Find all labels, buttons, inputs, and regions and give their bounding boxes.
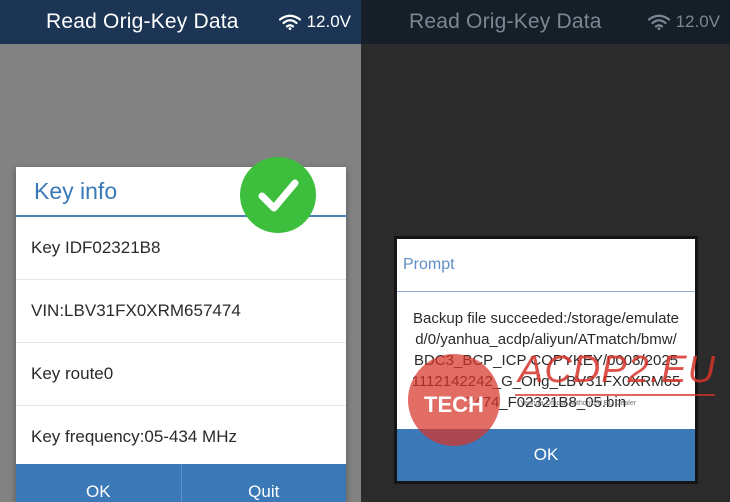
status-area: 12.0V <box>278 12 351 32</box>
page-title: Read Orig-Key Data <box>409 10 602 33</box>
wifi-icon <box>278 14 301 30</box>
key-route-row: Key route0 <box>16 343 346 406</box>
status-area: 12.0V <box>647 12 720 32</box>
prompt-title: Prompt <box>397 239 695 292</box>
wifi-icon <box>647 14 670 30</box>
success-check-badge <box>240 157 316 233</box>
quit-button[interactable]: Quit <box>180 464 347 502</box>
page-title: Read Orig-Key Data <box>46 10 239 33</box>
left-screen: Read Orig-Key Data 12.0V Key info Key ID… <box>0 0 361 502</box>
prompt-dialog: Prompt Backup file succeeded:/storage/em… <box>394 236 698 484</box>
right-screen: Read Orig-Key Data 12.0V Prompt Backup f… <box>361 0 730 502</box>
check-icon <box>258 179 299 212</box>
dialog-buttons: OK Quit <box>16 464 346 502</box>
prompt-ok-button[interactable]: OK <box>397 429 695 481</box>
key-frequency-row: Key frequency:05-434 MHz <box>16 406 346 469</box>
voltage-label: 12.0V <box>675 12 720 31</box>
ok-button[interactable]: OK <box>16 464 181 502</box>
header-bar: Read Orig-Key Data 12.0V <box>361 0 730 44</box>
vin-row: VIN:LBV31FX0XRM657474 <box>16 280 346 343</box>
header-bar: Read Orig-Key Data 12.0V <box>0 0 361 44</box>
prompt-message: Backup file succeeded:/storage/emulated/… <box>411 310 681 411</box>
voltage-label: 12.0V <box>306 12 351 31</box>
